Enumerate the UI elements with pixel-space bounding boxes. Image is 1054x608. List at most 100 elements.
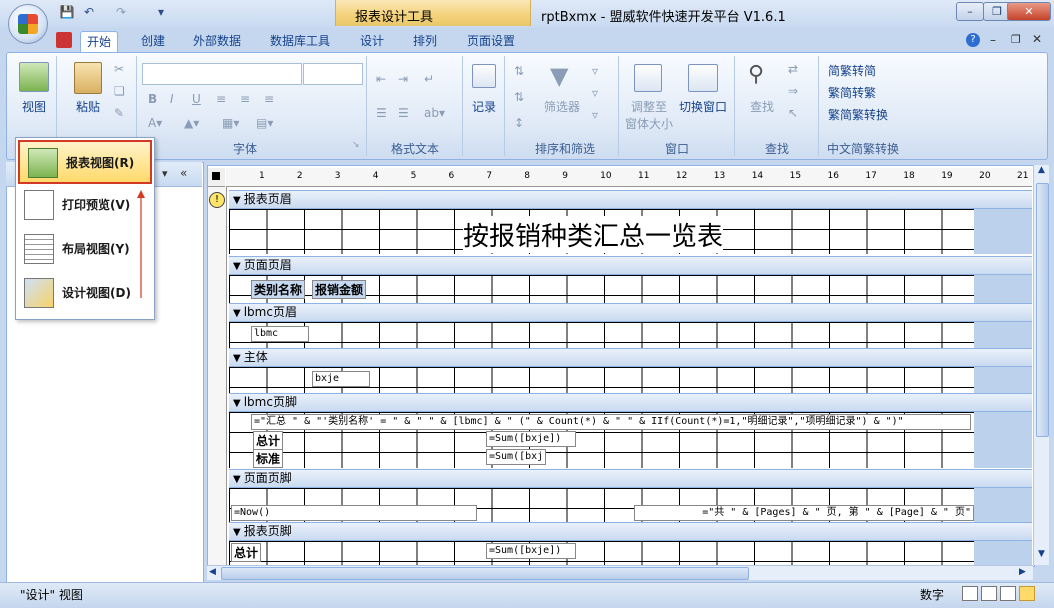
- resize-to-fit-icon[interactable]: [634, 64, 662, 92]
- replace-icon[interactable]: ⇄: [788, 62, 798, 76]
- cut-icon[interactable]: ✂: [114, 62, 124, 76]
- switch-window-button[interactable]: 切换窗口: [676, 98, 730, 115]
- ribbon-restore-icon[interactable]: ❐: [1011, 33, 1021, 46]
- view-icon[interactable]: [19, 62, 49, 92]
- bold-icon[interactable]: B: [148, 92, 157, 106]
- report-total-label[interactable]: 总计: [231, 543, 262, 562]
- menu-item-report-view[interactable]: 报表视图(R): [18, 140, 152, 184]
- group-sum-textbox[interactable]: =Sum([bxje]): [486, 431, 576, 447]
- ribbon-close-icon[interactable]: ✕: [1032, 32, 1042, 46]
- records-button[interactable]: 记录: [466, 98, 502, 115]
- status-report-view-icon[interactable]: [962, 586, 978, 601]
- section-detail[interactable]: ▼ 主体: [229, 348, 1032, 367]
- lbmc-textbox[interactable]: lbmc: [251, 326, 309, 342]
- simp-trad-convert-button[interactable]: 繁简繁转换: [828, 106, 888, 123]
- advanced-filter-icon[interactable]: ▿: [592, 86, 598, 100]
- indent-increase-icon[interactable]: ⇥: [398, 72, 408, 86]
- report-sum-textbox[interactable]: =Sum([bxje]): [486, 543, 576, 559]
- close-icon[interactable]: ✕: [1007, 2, 1051, 21]
- records-icon[interactable]: [472, 64, 496, 88]
- status-design-view-icon[interactable]: [1019, 586, 1035, 601]
- indent-decrease-icon[interactable]: ⇤: [376, 72, 386, 86]
- page-number-textbox[interactable]: ="共 " & [Pages] & " 页, 第 " & [Page] & " …: [634, 505, 974, 521]
- horizontal-scrollbar[interactable]: ◀ ▶: [207, 565, 1033, 580]
- fill-color-icon[interactable]: ▲▾: [184, 116, 199, 130]
- undo-icon[interactable]: ↶: [80, 5, 98, 23]
- trad-to-simp-button[interactable]: 简繁转简: [828, 62, 876, 79]
- highlight-icon[interactable]: ab▾: [424, 106, 445, 120]
- scroll-left-icon[interactable]: ◀: [209, 567, 216, 577]
- help-icon[interactable]: ?: [966, 33, 980, 47]
- sort-ascending-icon[interactable]: ⇅: [514, 64, 524, 78]
- section-page-header[interactable]: ▼ 页面页眉: [229, 256, 1032, 275]
- view-button[interactable]: 视图: [14, 98, 54, 115]
- ltr-icon[interactable]: ↵: [424, 72, 434, 86]
- font-size-combo[interactable]: [303, 63, 363, 85]
- tab-home[interactable]: 开始: [80, 31, 119, 52]
- section-group-header[interactable]: ▼ lbmc页眉: [229, 303, 1032, 322]
- italic-icon[interactable]: I: [170, 92, 174, 106]
- bullets-icon[interactable]: ☰: [376, 106, 387, 120]
- status-print-preview-icon[interactable]: [981, 586, 997, 601]
- paste-button[interactable]: 粘贴: [68, 98, 108, 115]
- find-icon[interactable]: ⚲: [748, 62, 764, 87]
- tab-arrange[interactable]: 排列: [407, 31, 443, 51]
- save-icon[interactable]: 💾: [58, 5, 76, 23]
- align-center-icon[interactable]: ≡: [240, 92, 250, 106]
- switch-window-icon[interactable]: [688, 64, 718, 92]
- column-label-amount[interactable]: 报销金额: [312, 280, 367, 299]
- tab-page-setup[interactable]: 页面设置: [461, 31, 521, 51]
- find-button[interactable]: 查找: [742, 98, 782, 115]
- copy-icon[interactable]: ❏: [114, 84, 125, 98]
- gridlines-icon[interactable]: ▦▾: [222, 116, 239, 130]
- filter-button[interactable]: 筛选器: [538, 98, 586, 115]
- group-total-label[interactable]: 总计: [253, 431, 284, 450]
- numbering-icon[interactable]: ☰: [398, 106, 409, 120]
- section-page-footer[interactable]: ▼ 页面页脚: [229, 469, 1032, 488]
- group-summary-textbox[interactable]: ="汇总 " & "'类别名称' = " & " " & [lbmc] & " …: [251, 414, 971, 430]
- group-std-label[interactable]: 标准: [253, 449, 284, 468]
- goto-icon[interactable]: ⇒: [788, 84, 798, 98]
- font-color-icon[interactable]: A▾: [148, 116, 162, 130]
- bxje-textbox[interactable]: bxje: [312, 371, 370, 387]
- office-button[interactable]: [8, 4, 48, 44]
- section-group-footer[interactable]: ▼ lbmc页脚: [229, 393, 1032, 412]
- section-report-footer[interactable]: ▼ 报表页脚: [229, 522, 1032, 541]
- scroll-up-icon[interactable]: ▲: [1035, 165, 1048, 179]
- tab-create[interactable]: 创建: [135, 31, 171, 51]
- scroll-down-icon[interactable]: ▼: [1035, 549, 1048, 563]
- tab-database-tools[interactable]: 数据库工具: [264, 31, 336, 51]
- select-icon[interactable]: ↖: [788, 106, 798, 120]
- font-name-combo[interactable]: [142, 63, 302, 85]
- sort-descending-icon[interactable]: ⇅: [514, 90, 524, 104]
- ribbon-minimize-icon[interactable]: –: [990, 33, 996, 47]
- scroll-right-icon[interactable]: ▶: [1019, 567, 1026, 577]
- nav-dropdown-icon[interactable]: ▾: [162, 167, 168, 180]
- resize-to-fit-button-line2[interactable]: 窗体大小: [624, 115, 674, 132]
- toggle-filter-icon[interactable]: ▿: [592, 108, 598, 122]
- status-layout-view-icon[interactable]: [1000, 586, 1016, 601]
- alternate-fill-icon[interactable]: ▤▾: [256, 116, 273, 130]
- resize-to-fit-button[interactable]: 调整至: [624, 98, 674, 115]
- nav-collapse-icon[interactable]: «: [180, 166, 187, 180]
- vertical-scrollbar[interactable]: ▲ ▼: [1033, 165, 1049, 565]
- section-report-header[interactable]: ▼ 报表页眉: [229, 190, 1032, 209]
- selection-filter-icon[interactable]: ▿: [592, 64, 598, 78]
- tab-external-data[interactable]: 外部数据: [187, 31, 247, 51]
- vertical-scroll-thumb[interactable]: [1036, 183, 1049, 437]
- tab-design[interactable]: 设计: [354, 31, 390, 51]
- warning-icon[interactable]: !: [209, 192, 225, 208]
- report-selector[interactable]: [208, 168, 225, 187]
- report-title[interactable]: 按报销种类汇总一览表: [463, 216, 724, 253]
- underline-icon[interactable]: U: [192, 92, 201, 106]
- filter-icon[interactable]: ▼: [550, 62, 568, 90]
- redo-icon[interactable]: ↷: [112, 5, 130, 23]
- column-label-category[interactable]: 类别名称: [251, 280, 306, 299]
- paste-icon[interactable]: [74, 62, 102, 94]
- minimize-icon[interactable]: –: [956, 2, 984, 21]
- horizontal-scroll-thumb[interactable]: [221, 567, 749, 580]
- align-left-icon[interactable]: ≡: [216, 92, 226, 106]
- customize-qat-icon[interactable]: ▾: [152, 5, 170, 23]
- now-textbox[interactable]: =Now(): [231, 505, 477, 521]
- simp-to-trad-button[interactable]: 繁简转繁: [828, 84, 876, 101]
